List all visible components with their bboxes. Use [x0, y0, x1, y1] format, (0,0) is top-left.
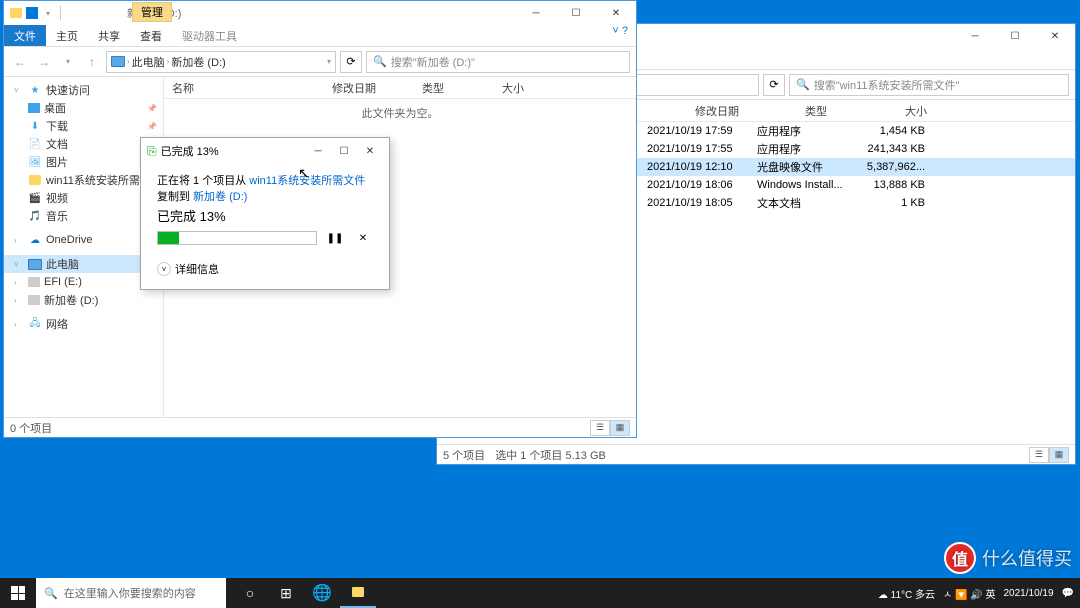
col-type[interactable]: 类型	[414, 80, 494, 96]
details-toggle[interactable]: ˅ 详细信息	[157, 261, 373, 277]
minimize-button[interactable]: ─	[305, 140, 331, 162]
breadcrumb[interactable]: › 此电脑 › 新加卷 (D:) ▾	[106, 51, 336, 73]
tab-file[interactable]: 文件	[4, 25, 46, 46]
chevron-down-icon: ˅	[157, 262, 171, 276]
folder-icon	[8, 5, 24, 21]
titlebar[interactable]: ▾ 管理 新加卷 (D:) ─ ☐ ✕	[4, 1, 636, 25]
up-button[interactable]: ↑	[82, 52, 102, 72]
forward-button[interactable]: →	[34, 52, 54, 72]
tray-date[interactable]: 2021/10/19	[1003, 588, 1053, 599]
nav-network[interactable]: ›🖧网络	[4, 315, 163, 333]
copy-progress-dialog[interactable]: ⎘ 已完成 13% ─ ☐ ✕ 正在将 1 个项目从 win11系统安装所需文件…	[140, 137, 390, 290]
search-placeholder: 搜索"win11系统安装所需文件"	[814, 77, 960, 93]
col-date[interactable]: 修改日期	[687, 103, 797, 119]
search-input[interactable]: 🔍 搜索"新加卷 (D:)"	[366, 51, 630, 73]
tab-drive-tools[interactable]: 驱动器工具	[172, 25, 247, 46]
tab-home[interactable]: 主页	[46, 25, 88, 46]
col-name[interactable]: 名称	[164, 80, 324, 96]
recent-button[interactable]: ▾	[58, 52, 78, 72]
source-link[interactable]: win11系统安装所需文件	[249, 175, 365, 187]
cancel-copy-button[interactable]: ✕	[353, 231, 373, 245]
dialog-titlebar[interactable]: ⎘ 已完成 13% ─ ☐ ✕	[141, 138, 389, 164]
start-button[interactable]	[0, 578, 36, 608]
cortana-button[interactable]: ○	[232, 578, 268, 608]
back-button[interactable]: ←	[10, 52, 30, 72]
view-details-button[interactable]: ▦	[1049, 447, 1069, 463]
maximize-button[interactable]: ☐	[331, 140, 357, 162]
view-list-button[interactable]: ☰	[1029, 447, 1049, 463]
chevron-down-icon[interactable]: ▾	[327, 57, 331, 66]
nav-quick-access[interactable]: ˅★快速访问	[4, 81, 163, 99]
watermark: 值 什么值得买	[944, 542, 1072, 574]
col-size[interactable]: 大小	[494, 80, 554, 96]
dest-link[interactable]: 新加卷 (D:)	[193, 191, 247, 203]
edge-button[interactable]: 🌐	[304, 578, 340, 608]
taskbar[interactable]: 🔍 在这里输入你要搜索的内容 ○ ⊞ 🌐 ☁ 11°C 多云 ㅅ 🔽 🔊 英 2…	[0, 578, 1080, 608]
progress-bar	[157, 231, 317, 245]
explorer-button[interactable]	[340, 578, 376, 608]
search-icon: 🔍	[796, 78, 810, 91]
app-icon	[26, 7, 38, 19]
nav-new-volume[interactable]: ›新加卷 (D:)	[4, 291, 163, 309]
ribbon-tabs: 文件 主页 共享 查看 驱动器工具 ˅ ?	[4, 25, 636, 47]
search-icon: 🔍	[373, 55, 387, 68]
nav-desktop[interactable]: 桌面	[4, 99, 163, 117]
refresh-button[interactable]: ⟳	[340, 51, 362, 73]
nav-bar: ← → ▾ ↑ › 此电脑 › 新加卷 (D:) ▾ ⟳ 🔍 搜索"新加卷 (D…	[4, 47, 636, 77]
search-placeholder: 在这里输入你要搜索的内容	[64, 585, 196, 601]
search-icon: 🔍	[44, 587, 58, 600]
pause-button[interactable]: ❚❚	[325, 231, 345, 245]
col-size[interactable]: 大小	[897, 103, 977, 119]
weather-widget[interactable]: ☁ 11°C 多云	[878, 586, 935, 601]
crumb-pc[interactable]: 此电脑	[132, 54, 165, 70]
help-icon[interactable]: ˅ ?	[604, 25, 636, 46]
taskbar-search[interactable]: 🔍 在这里输入你要搜索的内容	[36, 578, 226, 608]
tab-view[interactable]: 查看	[130, 25, 172, 46]
tray-icons[interactable]: ㅅ 🔽 🔊 英	[943, 586, 995, 601]
context-group: 管理	[132, 2, 172, 22]
close-button[interactable]: ✕	[596, 1, 636, 25]
maximize-button[interactable]: ☐	[995, 24, 1035, 48]
search-input[interactable]: 🔍 搜索"win11系统安装所需文件"	[789, 74, 1069, 96]
column-headers[interactable]: 名称 修改日期 类型 大小	[164, 77, 636, 99]
task-view-button[interactable]: ⊞	[268, 578, 304, 608]
copy-description: 正在将 1 个项目从 win11系统安装所需文件 复制到 新加卷 (D:)	[157, 172, 373, 204]
notifications-button[interactable]: 💬	[1062, 588, 1074, 599]
minimize-button[interactable]: ─	[516, 1, 556, 25]
status-bar: 5 个项目 选中 1 个项目 5.13 GB ☰ ▦	[437, 444, 1075, 464]
minimize-button[interactable]: ─	[955, 24, 995, 48]
watermark-badge: 值	[944, 542, 976, 574]
progress-label: 已完成 13%	[157, 206, 373, 225]
windows-logo-icon	[11, 586, 25, 600]
search-placeholder: 搜索"新加卷 (D:)"	[391, 54, 475, 70]
close-button[interactable]: ✕	[1035, 24, 1075, 48]
status-selection: 选中 1 个项目 5.13 GB	[495, 447, 606, 463]
nav-downloads[interactable]: ⬇下载	[4, 117, 163, 135]
status-bar: 0 个项目 ☰ ▦	[4, 417, 636, 437]
view-list-button[interactable]: ☰	[590, 420, 610, 436]
status-count: 5 个项目	[443, 447, 485, 463]
system-tray[interactable]: ☁ 11°C 多云 ㅅ 🔽 🔊 英 2021/10/19 💬	[872, 586, 1080, 601]
view-details-button[interactable]: ▦	[610, 420, 630, 436]
empty-message: 此文件夹为空。	[164, 99, 636, 127]
down-icon[interactable]: ▾	[40, 5, 56, 21]
pc-icon	[111, 56, 125, 67]
tab-share[interactable]: 共享	[88, 25, 130, 46]
status-count: 0 个项目	[10, 420, 52, 436]
col-type[interactable]: 类型	[797, 103, 897, 119]
refresh-button[interactable]: ⟳	[763, 74, 785, 96]
close-button[interactable]: ✕	[357, 140, 383, 162]
copy-icon: ⎘	[147, 144, 157, 159]
maximize-button[interactable]: ☐	[556, 1, 596, 25]
watermark-text: 什么值得买	[982, 545, 1072, 571]
crumb-drive[interactable]: 新加卷 (D:)	[171, 54, 225, 70]
dialog-title: 已完成 13%	[161, 143, 219, 159]
col-date[interactable]: 修改日期	[324, 80, 414, 96]
